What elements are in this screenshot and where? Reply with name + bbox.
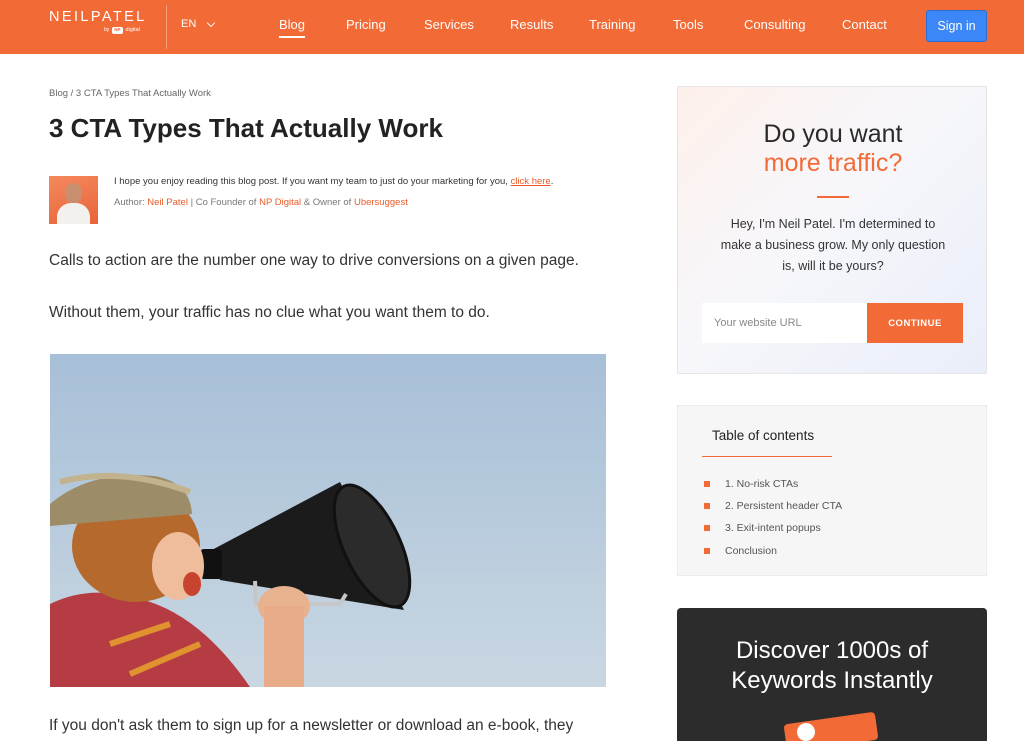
- article-title: 3 CTA Types That Actually Work: [49, 113, 443, 143]
- paragraph-3: If you don't ask them to sign up for a n…: [49, 717, 574, 734]
- author-link[interactable]: Neil Patel: [147, 197, 188, 208]
- np-digital-link[interactable]: NP Digital: [259, 197, 301, 208]
- table-of-contents: Table of contents 1. No-risk CTAs 2. Per…: [677, 405, 987, 576]
- np-badge: NP: [112, 27, 123, 34]
- logo-by-text: by: [104, 27, 110, 34]
- nav-services[interactable]: Services: [424, 17, 474, 32]
- cta-desc-line1: Hey, I'm Neil Patel. I'm determined to: [730, 217, 936, 231]
- paragraph-2: Without them, your traffic has no clue w…: [49, 304, 490, 321]
- ubersuggest-link[interactable]: Ubersuggest: [354, 197, 408, 208]
- cta-desc-line2: make a business grow. My only question: [720, 238, 946, 252]
- sign-in-button[interactable]: Sign in: [926, 10, 987, 42]
- logo-subline: by NP digital: [104, 27, 140, 34]
- logo-digital-text: digital: [125, 27, 140, 34]
- cta-desc-line3: is, will it be yours?: [782, 259, 884, 273]
- chevron-down-icon: [207, 18, 216, 27]
- nav-contact[interactable]: Contact: [842, 17, 887, 32]
- toc-item-persistent-header[interactable]: 2. Persistent header CTA: [704, 500, 842, 512]
- byline-and: & Owner of: [303, 197, 352, 208]
- byline-separator: |: [190, 197, 194, 208]
- toc-item-label: Conclusion: [725, 545, 777, 557]
- click-here-link[interactable]: click here: [511, 176, 551, 187]
- nav-results[interactable]: Results: [510, 17, 553, 32]
- paragraph-1: Calls to action are the number one way t…: [49, 252, 579, 269]
- top-nav-bar: NEILPATEL by NP digital EN Blog Pricing …: [0, 0, 1024, 54]
- square-bullet-icon: [704, 525, 710, 531]
- toc-item-label: 2. Persistent header CTA: [725, 500, 843, 512]
- neilpatel-logo[interactable]: NEILPATEL by NP digital: [49, 9, 151, 43]
- logo-wordmark: NEILPATEL: [49, 9, 147, 25]
- continue-button[interactable]: CONTINUE: [867, 303, 963, 343]
- hero-image-megaphone-child: [50, 354, 606, 687]
- cta-accent-line: [817, 196, 849, 198]
- square-bullet-icon: [704, 548, 710, 554]
- square-bullet-icon: [704, 481, 710, 487]
- header-divider: [166, 5, 167, 49]
- byline-prefix: Author:: [114, 197, 145, 208]
- square-bullet-icon: [704, 503, 710, 509]
- language-selector[interactable]: EN: [181, 18, 216, 30]
- nav-consulting[interactable]: Consulting: [744, 17, 805, 32]
- keywords-headline-line1: Discover 1000s of: [735, 637, 929, 664]
- language-label: EN: [181, 18, 197, 30]
- traffic-cta-card: Do you want more traffic? Hey, I'm Neil …: [677, 86, 987, 374]
- toc-underline: [702, 456, 832, 457]
- author-byline: Author: Neil Patel | Co Founder of NP Di…: [114, 197, 408, 208]
- toc-item-exit-intent[interactable]: 3. Exit-intent popups: [704, 522, 821, 534]
- toc-item-conclusion[interactable]: Conclusion: [704, 545, 777, 557]
- cta-title-line1: Do you want: [763, 120, 903, 148]
- nav-tools[interactable]: Tools: [673, 17, 703, 32]
- keywords-headline-line2: Keywords Instantly: [731, 667, 933, 694]
- toc-item-no-risk[interactable]: 1. No-risk CTAs: [704, 478, 798, 490]
- toc-title: Table of contents: [712, 428, 815, 443]
- nav-training[interactable]: Training: [589, 17, 635, 32]
- keywords-promo-card[interactable]: Discover 1000s of Keywords Instantly: [677, 608, 987, 741]
- author-avatar: [49, 176, 98, 224]
- nav-blog[interactable]: Blog: [279, 17, 306, 38]
- website-url-input[interactable]: [702, 303, 868, 343]
- cta-title-line2: more traffic?: [763, 149, 903, 177]
- byline-role: Co Founder of: [195, 197, 257, 208]
- intro-end: .: [550, 176, 554, 187]
- toc-item-label: 1. No-risk CTAs: [725, 478, 799, 490]
- intro-text: I hope you enjoy reading this blog post.…: [114, 176, 508, 187]
- nav-pricing[interactable]: Pricing: [346, 17, 386, 32]
- intro-note: I hope you enjoy reading this blog post.…: [114, 176, 553, 187]
- breadcrumb[interactable]: Blog / 3 CTA Types That Actually Work: [49, 88, 211, 99]
- toc-item-label: 3. Exit-intent popups: [725, 522, 821, 534]
